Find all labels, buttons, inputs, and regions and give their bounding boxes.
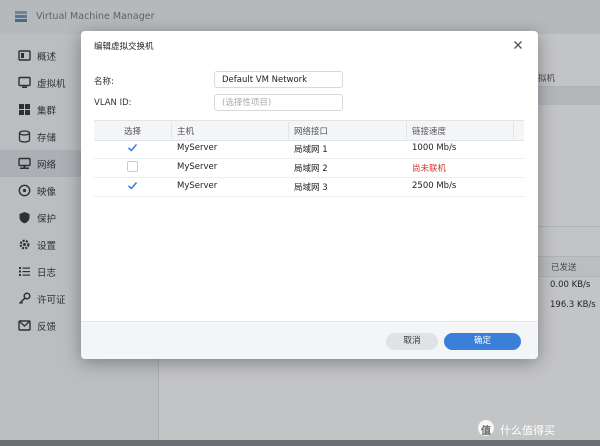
- cancel-button[interactable]: 取消: [386, 333, 438, 350]
- name-input[interactable]: [214, 71, 343, 88]
- vlan-id-input[interactable]: [214, 94, 343, 111]
- speed-cell: 1000 Mb/s: [412, 143, 457, 153]
- column-header-host[interactable]: 主机: [177, 125, 194, 137]
- name-label: 名称:: [94, 77, 114, 87]
- ok-button[interactable]: 确定: [444, 333, 521, 350]
- host-cell: MyServer: [177, 162, 218, 172]
- host-cell: MyServer: [177, 143, 218, 153]
- column-separator: [513, 122, 514, 139]
- speed-cell-offline: 尚未联机: [412, 164, 447, 174]
- dialog-footer: 取消 确定: [81, 321, 538, 359]
- column-separator: [288, 122, 289, 139]
- table-row[interactable]: MyServer 局域网 1 1000 Mb/s: [94, 139, 524, 159]
- column-separator: [171, 122, 172, 139]
- host-cell: MyServer: [177, 181, 218, 191]
- watermark-badge: 值: [478, 420, 494, 437]
- speed-cell: 2500 Mb/s: [412, 181, 457, 191]
- table-row[interactable]: MyServer 局域网 3 2500 Mb/s: [94, 177, 524, 197]
- column-header-speed[interactable]: 链接速度: [412, 125, 446, 137]
- dialog-title: 编辑虚拟交换机: [94, 42, 154, 52]
- watermark-text: 什么值得买: [500, 424, 555, 437]
- column-header-select[interactable]: 选择: [124, 125, 141, 137]
- edit-virtual-switch-dialog: 编辑虚拟交换机 名称: VLAN ID: 选择 主机 网络接口 链接速度 MyS…: [81, 31, 538, 359]
- table-header: 选择 主机 网络接口 链接速度: [94, 120, 524, 141]
- desktop-strip: [0, 440, 600, 446]
- column-separator: [406, 122, 407, 139]
- interface-cell: 局域网 3: [294, 183, 328, 193]
- checkmark-icon[interactable]: [127, 142, 138, 153]
- interface-cell: 局域网 1: [294, 145, 328, 155]
- close-icon[interactable]: [511, 38, 525, 52]
- watermark: 值 什么值得买: [478, 418, 596, 440]
- watermark-badge-text: 值: [481, 426, 491, 437]
- interface-cell: 局域网 2: [294, 164, 328, 174]
- checkbox-unchecked[interactable]: [127, 161, 138, 172]
- column-header-interface[interactable]: 网络接口: [294, 125, 328, 137]
- table-row[interactable]: MyServer 局域网 2 尚未联机: [94, 158, 524, 178]
- vlan-id-label: VLAN ID:: [94, 98, 132, 108]
- checkmark-icon[interactable]: [127, 180, 138, 191]
